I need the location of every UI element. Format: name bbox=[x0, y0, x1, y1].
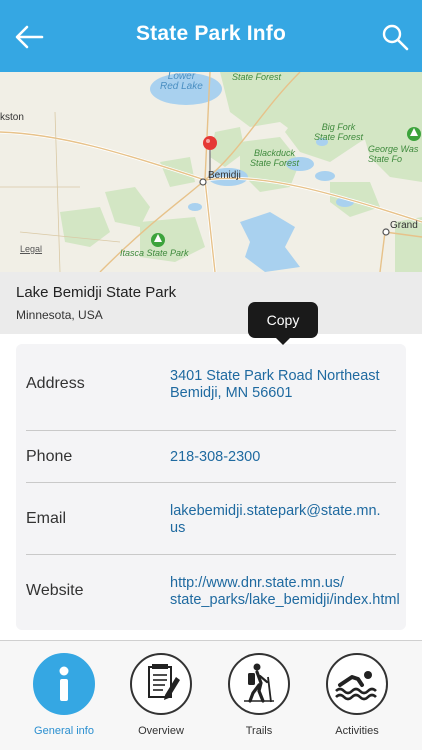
phone-value[interactable]: 218-308-2300 bbox=[170, 449, 402, 466]
map-label-grand: Grand bbox=[390, 220, 418, 231]
tab-label: General info bbox=[34, 725, 94, 737]
website-value[interactable]: http://www.dnr.state.mn.us/ state_parks/… bbox=[170, 575, 402, 609]
copy-tooltip[interactable]: Copy bbox=[248, 302, 318, 345]
phone-label: Phone bbox=[26, 448, 73, 465]
website-row: Website http://www.dnr.state.mn.us/ stat… bbox=[16, 555, 406, 630]
address-label: Address bbox=[26, 375, 85, 392]
map-label-blackduck: Blackduck State Forest bbox=[250, 148, 300, 168]
map-label-george-washington: George Was State Fo bbox=[368, 144, 419, 164]
map-label-itasca: Itasca State Park bbox=[120, 248, 189, 258]
map-view[interactable]: Lower Red Lake State Forest Big Fork Sta… bbox=[0, 72, 422, 272]
email-value[interactable]: lakebemidji.statepark@state.mn. us bbox=[170, 503, 402, 537]
map-label-bemidji: Bemidji bbox=[208, 170, 241, 181]
hiker-icon bbox=[228, 653, 290, 715]
page-title: State Park Info bbox=[135, 22, 287, 45]
place-summary: Lake Bemidji State Park Minnesota, USA bbox=[0, 272, 422, 334]
tab-trails[interactable]: Trails bbox=[219, 653, 299, 743]
info-icon bbox=[33, 653, 95, 715]
overview-document-icon bbox=[130, 653, 192, 715]
tab-label: Overview bbox=[138, 725, 184, 737]
tab-label: Activities bbox=[335, 725, 379, 737]
search-icon[interactable] bbox=[380, 20, 410, 54]
map-label-kston: kston bbox=[0, 112, 24, 123]
map-label-state-forest: State Forest bbox=[232, 72, 282, 82]
email-label: Email bbox=[26, 510, 67, 527]
map-label-lower-red-lake: Lower Red Lake bbox=[160, 72, 203, 92]
website-label: Website bbox=[26, 582, 84, 599]
swimmer-icon bbox=[326, 653, 388, 715]
email-row: Email lakebemidji.statepark@state.mn. us bbox=[16, 483, 406, 553]
map-legal-link[interactable]: Legal bbox=[20, 244, 42, 254]
tab-activities[interactable]: Activities bbox=[317, 653, 397, 743]
park-region: Minnesota, USA bbox=[16, 308, 103, 322]
park-name: Lake Bemidji State Park bbox=[16, 284, 177, 301]
address-row: Address 3401 State Park Road Northeast B… bbox=[16, 344, 406, 430]
app-header: State Park Info bbox=[0, 0, 422, 72]
tab-overview[interactable]: Overview bbox=[121, 653, 201, 743]
address-value[interactable]: 3401 State Park Road Northeast Bemidji, … bbox=[170, 368, 402, 402]
tab-general-info[interactable]: General info bbox=[24, 653, 104, 743]
details-card: Address 3401 State Park Road Northeast B… bbox=[16, 344, 406, 630]
tab-label: Trails bbox=[245, 725, 273, 737]
map-label-big-fork: Big Fork State Forest bbox=[314, 122, 364, 142]
bottom-tab-bar: General info Overview Trails Activities bbox=[0, 640, 422, 750]
phone-row: Phone 218-308-2300 bbox=[16, 431, 406, 481]
